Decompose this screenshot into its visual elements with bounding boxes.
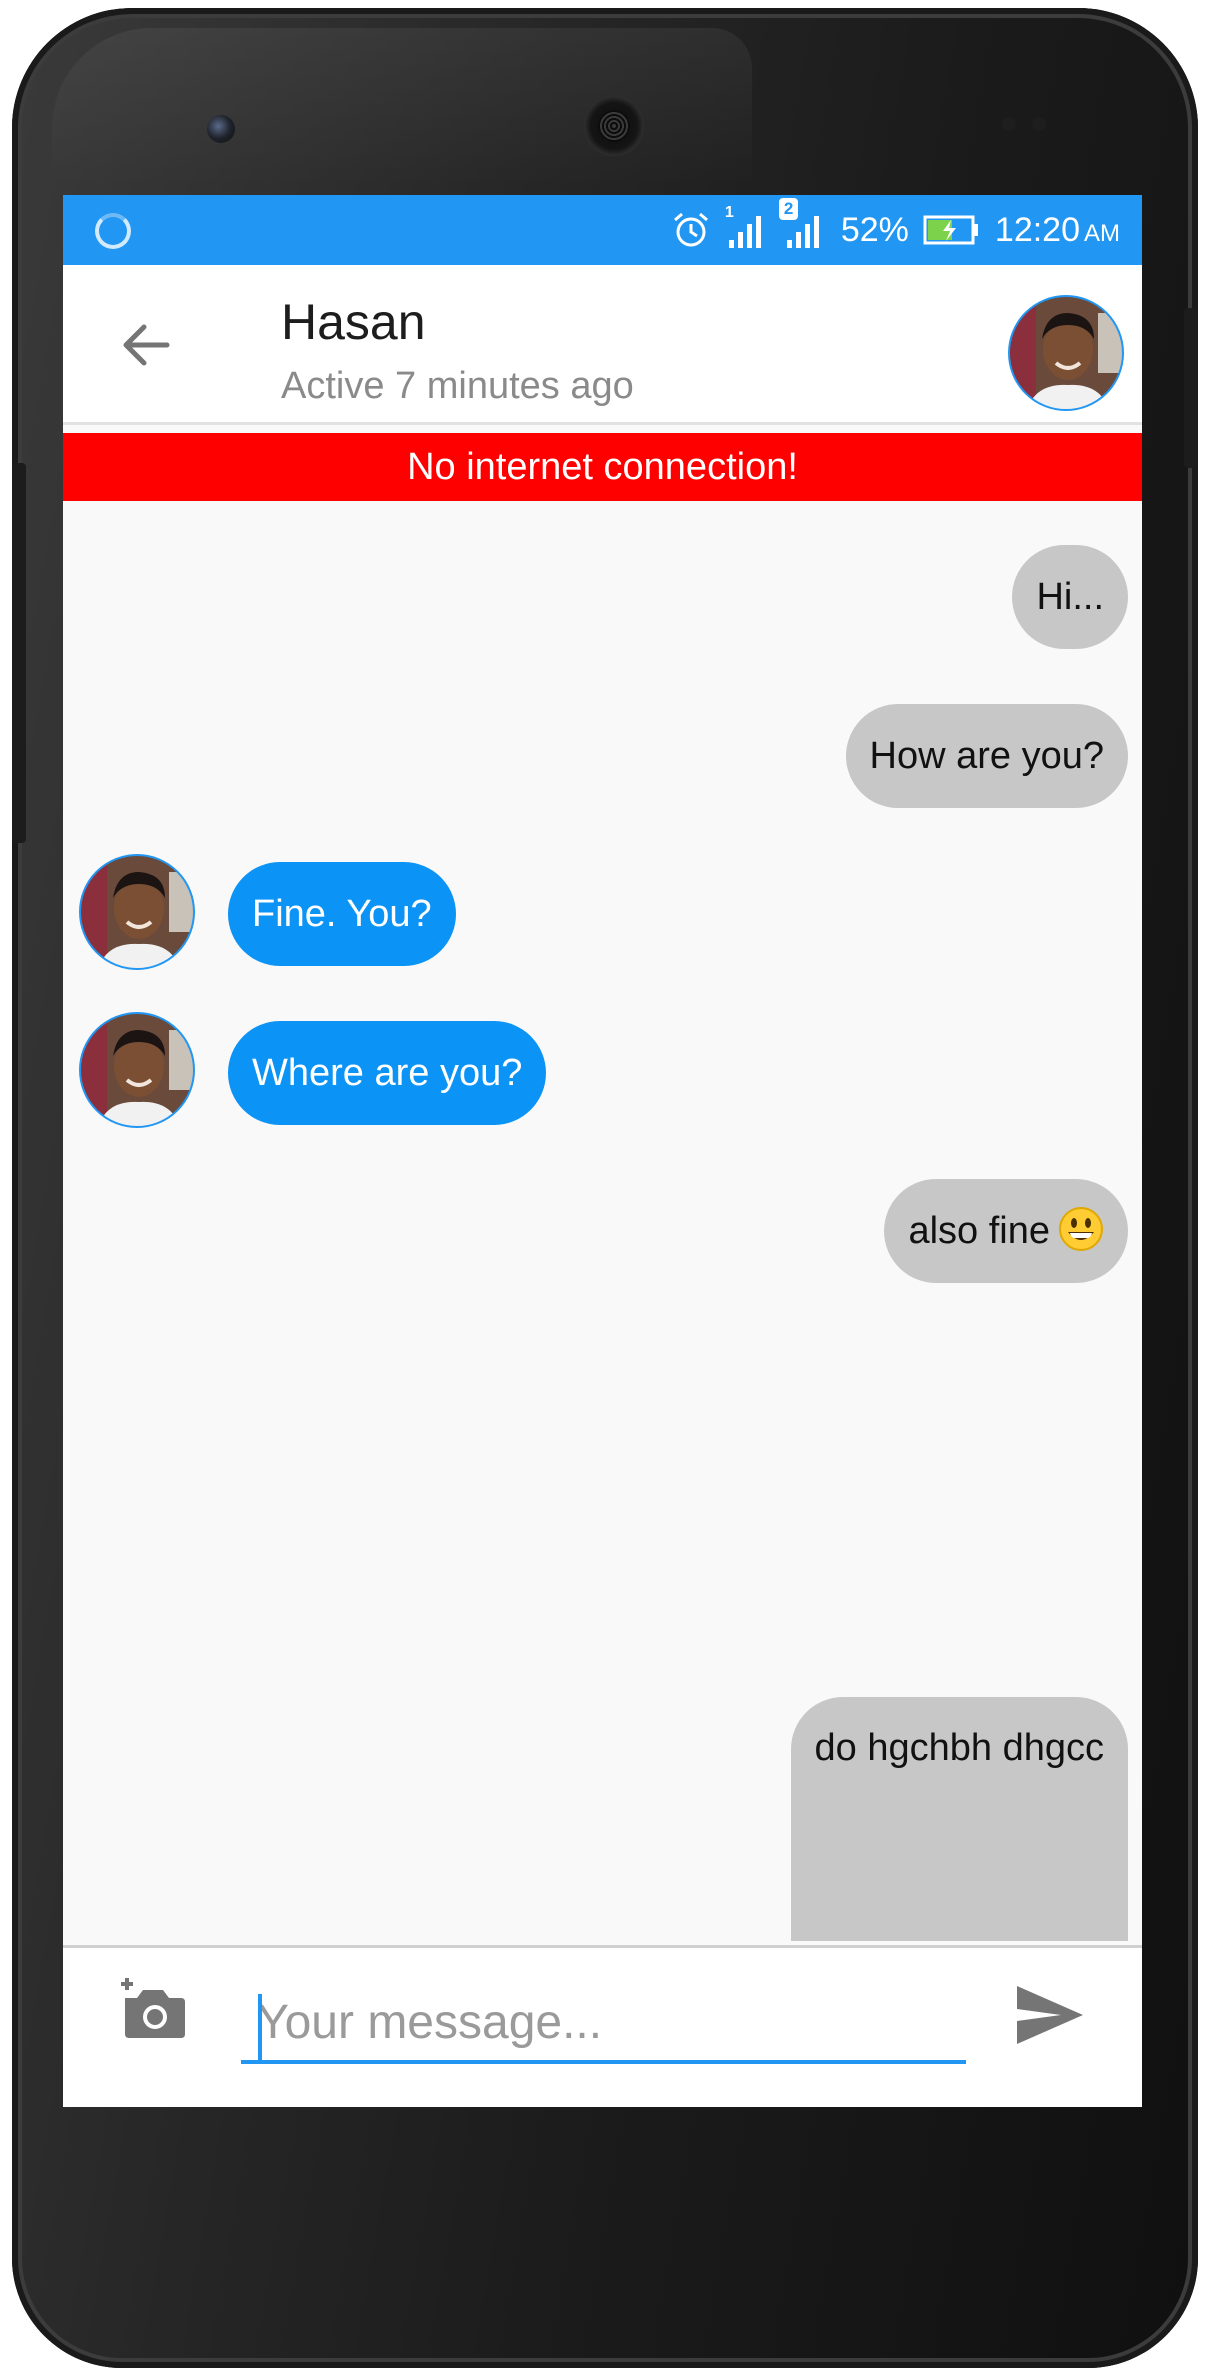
message-bubble-outgoing[interactable]: How are you? [845, 704, 1128, 808]
volume-button [12, 463, 26, 843]
sim1-signal: 1 [725, 204, 769, 252]
sim2-signal: 2 [778, 198, 827, 252]
chat-header: Hasan Active 7 minutes ago [63, 265, 1142, 425]
avatar[interactable] [77, 852, 197, 972]
message-text: also fine [908, 1210, 1050, 1252]
message-bubble-incoming[interactable]: Fine. You? [228, 862, 456, 966]
phone-gloss [52, 28, 752, 188]
battery-percent: 52% [840, 210, 909, 249]
compose-bar [63, 1945, 1142, 2107]
proximity-sensor [1002, 117, 1016, 131]
earpiece-speaker [584, 96, 644, 156]
loading-spinner-icon [95, 213, 131, 249]
grinning-face-emoji-icon [1059, 1206, 1103, 1251]
arrow-left-icon [123, 324, 170, 366]
clock: 12:20 AM [995, 211, 1120, 250]
avatar[interactable] [1006, 293, 1126, 413]
message-input[interactable] [241, 1984, 966, 2064]
light-sensor [1032, 117, 1046, 131]
message-list[interactable]: Hi... How are you? Fine. You? Where are … [63, 501, 1142, 1941]
back-button[interactable] [113, 313, 177, 377]
message-bubble-outgoing[interactable]: Hi... [1012, 545, 1128, 649]
message-bubble-incoming[interactable]: Where are you? [228, 1021, 547, 1125]
front-camera [207, 115, 235, 143]
send-icon[interactable] [1013, 1982, 1087, 2048]
clock-time: 12:20 [994, 210, 1080, 249]
sim2-label: 2 [778, 198, 799, 220]
message-bubble-outgoing[interactable]: do hgchbh dhgcc [790, 1697, 1128, 1941]
sim1-label: 1 [724, 204, 734, 221]
avatar[interactable] [77, 1010, 197, 1130]
text-cursor [258, 1994, 262, 2060]
add-photo-camera-icon[interactable] [115, 1974, 191, 2044]
status-bar: 1 2 52% 12:20 AM [63, 195, 1142, 265]
battery-charging-icon [923, 215, 978, 245]
contact-status: Active 7 minutes ago [281, 365, 634, 407]
clock-ampm: AM [1084, 219, 1120, 247]
status-indicators: 1 2 52% 12:20 AM [671, 195, 1120, 265]
app-screen: 1 2 52% 12:20 AM Hasan Active 7 minutes … [63, 195, 1142, 2107]
power-button [1184, 308, 1198, 468]
no-connection-banner: No internet connection! [63, 433, 1142, 501]
alarm-clock-icon [673, 212, 708, 247]
message-bubble-outgoing[interactable]: also fine [884, 1179, 1128, 1283]
contact-name: Hasan [281, 294, 426, 350]
